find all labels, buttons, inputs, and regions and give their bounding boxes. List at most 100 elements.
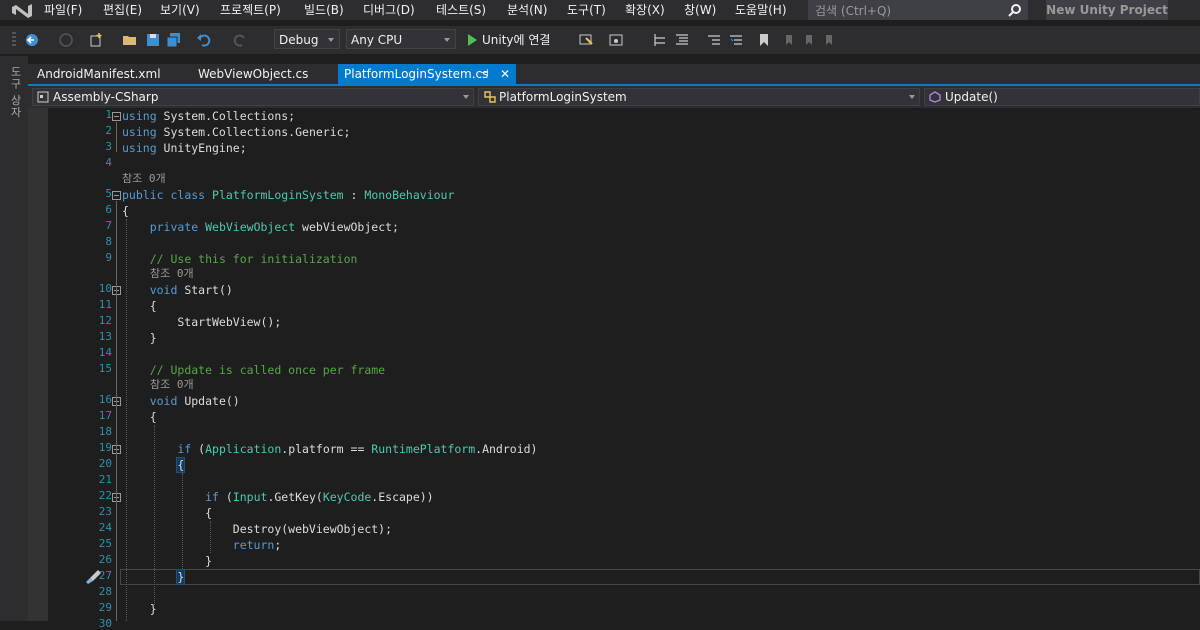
code-lens-references[interactable]: 참조 0개 <box>150 378 194 392</box>
tab-webviewobject[interactable]: WebViewObject.cs <box>198 64 308 84</box>
start-button[interactable]: Unity에 연결 <box>482 31 550 48</box>
clear-bookmarks-icon[interactable] <box>820 32 836 48</box>
next-bookmark-icon[interactable] <box>800 32 816 48</box>
format-icon[interactable] <box>674 32 690 48</box>
code-editor[interactable]: 1 2 3 4 5 6 7 8 9 10 11 12 13 14 15 16 1… <box>28 108 1200 630</box>
forward-icon[interactable] <box>58 32 74 48</box>
line-number: 17 <box>98 409 112 422</box>
code-line[interactable]: return; <box>122 537 281 553</box>
collapse-icon[interactable] <box>112 191 121 200</box>
menu-file[interactable]: 파일(F) <box>44 2 82 18</box>
code-line[interactable]: if (Input.GetKey(KeyCode.Escape)) <box>122 489 434 505</box>
save-all-icon[interactable] <box>166 32 182 48</box>
code-line[interactable]: public class PlatformLoginSystem : MonoB… <box>122 187 454 203</box>
code-line[interactable]: void Start() <box>122 282 233 298</box>
save-icon[interactable] <box>145 32 161 48</box>
code-line[interactable]: } <box>122 330 157 346</box>
chevron-down-icon <box>444 38 450 42</box>
browser-link-icon[interactable] <box>608 32 624 48</box>
pin-icon[interactable]: ⊣ <box>480 64 489 84</box>
code-line[interactable]: { <box>122 457 186 473</box>
search-box[interactable]: 검색 (Ctrl+Q) <box>808 0 1028 20</box>
menu-edit[interactable]: 편집(E) <box>103 2 142 18</box>
code-line[interactable]: using System.Collections.Generic; <box>122 124 351 140</box>
line-number: 19 <box>98 441 112 454</box>
menu-test[interactable]: 테스트(S) <box>436 2 486 18</box>
menu-project[interactable]: 프로젝트(P) <box>220 2 281 18</box>
menu-bar: 파일(F) 편집(E) 보기(V) 프로젝트(P) 빌드(B) 디버그(D) 테… <box>0 0 1200 20</box>
line-number: 2 <box>105 124 112 137</box>
configuration-value: Debug <box>279 33 319 47</box>
line-number: 23 <box>98 505 112 518</box>
code-line[interactable]: } <box>122 601 157 617</box>
tab-label: PlatformLoginSystem.cs <box>344 67 489 81</box>
uncomment-icon[interactable] <box>728 32 744 48</box>
line-number: 28 <box>98 585 112 598</box>
code-line[interactable]: using System.Collections; <box>122 108 295 124</box>
code-line[interactable]: // Use this for initialization <box>122 251 358 267</box>
code-line[interactable]: if (Application.platform == RuntimePlatf… <box>122 441 537 457</box>
menu-tools[interactable]: 도구(T) <box>567 2 606 18</box>
visual-studio-logo-icon[interactable] <box>8 0 36 20</box>
member-dropdown[interactable]: Update() <box>924 88 1200 106</box>
line-number: 7 <box>105 219 112 232</box>
toolbox-tab[interactable]: 도구 상자 <box>7 66 23 119</box>
bookmark-icon[interactable] <box>756 32 772 48</box>
back-icon[interactable] <box>24 32 40 48</box>
new-project-icon[interactable] <box>88 32 104 48</box>
menu-window[interactable]: 창(W) <box>684 2 716 18</box>
line-number: 20 <box>98 457 112 470</box>
navigation-bar: Assembly-CSharp PlatformLoginSystem Upda… <box>28 86 1200 108</box>
outline-icon[interactable] <box>652 32 668 48</box>
toolbar-grip[interactable] <box>12 32 16 48</box>
code-line[interactable]: Destroy(webViewObject); <box>122 521 392 537</box>
code-line[interactable]: StartWebView(); <box>122 314 281 330</box>
platform-dropdown[interactable]: Any CPU <box>346 29 456 49</box>
menu-analyze[interactable]: 분석(N) <box>507 2 547 18</box>
undo-icon[interactable] <box>196 32 212 48</box>
tab-androidmanifest[interactable]: AndroidManifest.xml <box>37 64 161 84</box>
code-line[interactable]: { <box>122 505 212 521</box>
redo-icon[interactable] <box>232 32 248 48</box>
code-line[interactable]: { <box>122 409 157 425</box>
play-icon[interactable] <box>464 32 480 48</box>
class-dropdown[interactable]: PlatformLoginSystem <box>478 88 920 106</box>
menu-build[interactable]: 빌드(B) <box>304 2 344 18</box>
close-icon[interactable]: ✕ <box>500 64 510 84</box>
toolbar: Debug Any CPU <box>0 26 1200 54</box>
prev-bookmark-icon[interactable] <box>780 32 796 48</box>
open-folder-icon[interactable] <box>122 32 138 48</box>
menu-debug[interactable]: 디버그(D) <box>363 2 415 18</box>
project-dropdown[interactable]: Assembly-CSharp <box>32 88 474 106</box>
code-lens-references[interactable]: 참조 0개 <box>122 172 166 186</box>
line-number: 24 <box>98 521 112 534</box>
document-tabs: AndroidManifest.xml WebViewObject.cs Pla… <box>28 64 1200 84</box>
code-line[interactable]: private WebViewObject webViewObject; <box>122 219 399 235</box>
search-icon <box>1008 4 1021 17</box>
code-line[interactable]: // Update is called once per frame <box>122 362 385 378</box>
code-line[interactable]: { <box>122 203 129 219</box>
project-dropdown-value: Assembly-CSharp <box>53 90 159 104</box>
debug-target-icon[interactable] <box>578 32 594 48</box>
configuration-dropdown[interactable]: Debug <box>274 29 340 49</box>
menu-view[interactable]: 보기(V) <box>160 2 200 18</box>
code-lens-references[interactable]: 참조 0개 <box>150 267 194 281</box>
menu-extensions[interactable]: 확장(X) <box>625 2 665 18</box>
comment-icon[interactable] <box>706 32 722 48</box>
quick-actions-brush-icon[interactable] <box>84 569 102 585</box>
code-line[interactable]: void Update() <box>122 393 240 409</box>
collapse-icon[interactable] <box>112 112 121 121</box>
class-icon <box>484 91 496 103</box>
tab-platformloginsystem[interactable]: PlatformLoginSystem.cs ⊣ ✕ <box>338 64 516 84</box>
menu-help[interactable]: 도움말(H) <box>735 2 787 18</box>
line-number: 29 <box>98 601 112 614</box>
line-number: 15 <box>98 362 112 375</box>
line-number: 21 <box>98 473 112 486</box>
line-number: 12 <box>98 314 112 327</box>
code-line[interactable]: } <box>122 569 186 585</box>
line-number: 22 <box>98 489 112 502</box>
code-line[interactable]: { <box>122 298 157 314</box>
code-line[interactable]: using UnityEngine; <box>122 140 247 156</box>
class-dropdown-value: PlatformLoginSystem <box>499 90 627 104</box>
code-line[interactable]: } <box>122 553 212 569</box>
